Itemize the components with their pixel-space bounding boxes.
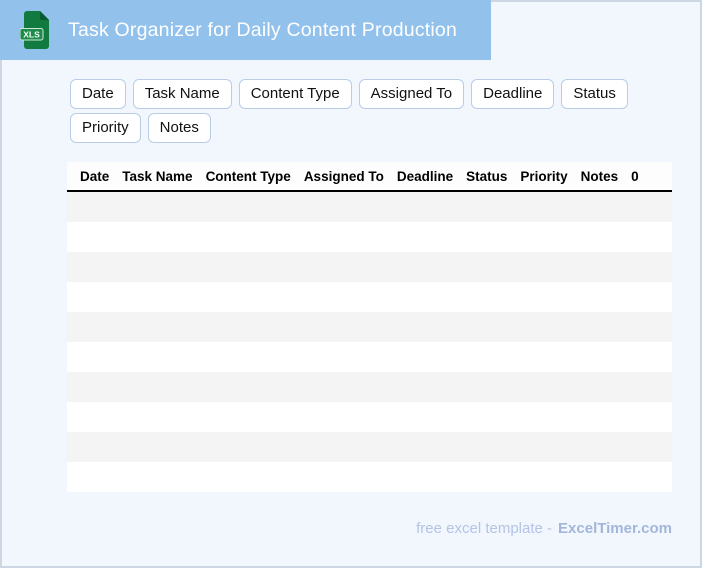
table-row: [67, 222, 672, 252]
field-chip[interactable]: Assigned To: [358, 79, 465, 109]
field-chip-list: Date Task Name Content Type Assigned To Dead…: [70, 79, 670, 143]
table-row: [67, 402, 672, 432]
table-body: [67, 192, 672, 492]
field-chip[interactable]: Date: [70, 79, 126, 109]
page-title: Task Organizer for Daily Content Product…: [68, 18, 458, 41]
xls-file-icon: XLS: [20, 11, 49, 49]
xls-icon-label: XLS: [23, 30, 40, 40]
footer: free excel template - ExcelTimer.com: [416, 520, 672, 537]
column-header: Priority: [520, 168, 568, 184]
column-header: 0: [631, 168, 639, 184]
table-row: [67, 312, 672, 342]
column-header: Notes: [580, 168, 619, 184]
field-chip[interactable]: Task Name: [132, 79, 232, 109]
field-chip[interactable]: Priority: [70, 113, 141, 143]
task-table: Date Task Name Content Type Assigned To Dead…: [67, 162, 672, 492]
table-header-row: Date Task Name Content Type Assigned To Dead…: [67, 162, 672, 192]
column-header: Status: [466, 168, 508, 184]
column-header: Task Name: [122, 168, 193, 184]
header-bar: XLS Task Organizer for Daily Content Pro…: [0, 0, 491, 60]
table-row: [67, 252, 672, 282]
field-chip[interactable]: Deadline: [471, 79, 555, 109]
table-row: [67, 432, 672, 462]
field-chip[interactable]: Notes: [147, 113, 211, 143]
column-header: Assigned To: [303, 168, 384, 184]
table-row: [67, 342, 672, 372]
column-header: Deadline: [396, 168, 454, 184]
column-header: Content Type: [205, 168, 291, 184]
app-window: XLS Task Organizer for Daily Content Pro…: [0, 0, 702, 568]
footer-text: free excel template -: [416, 520, 553, 537]
field-chip[interactable]: Content Type: [238, 79, 352, 109]
footer-brand-link[interactable]: ExcelTimer.com: [558, 520, 672, 537]
table-row: [67, 372, 672, 402]
table-row: [67, 192, 672, 222]
field-chip[interactable]: Status: [561, 79, 628, 109]
column-header: Date: [80, 168, 110, 184]
table-row: [67, 462, 672, 492]
table-row: [67, 282, 672, 312]
